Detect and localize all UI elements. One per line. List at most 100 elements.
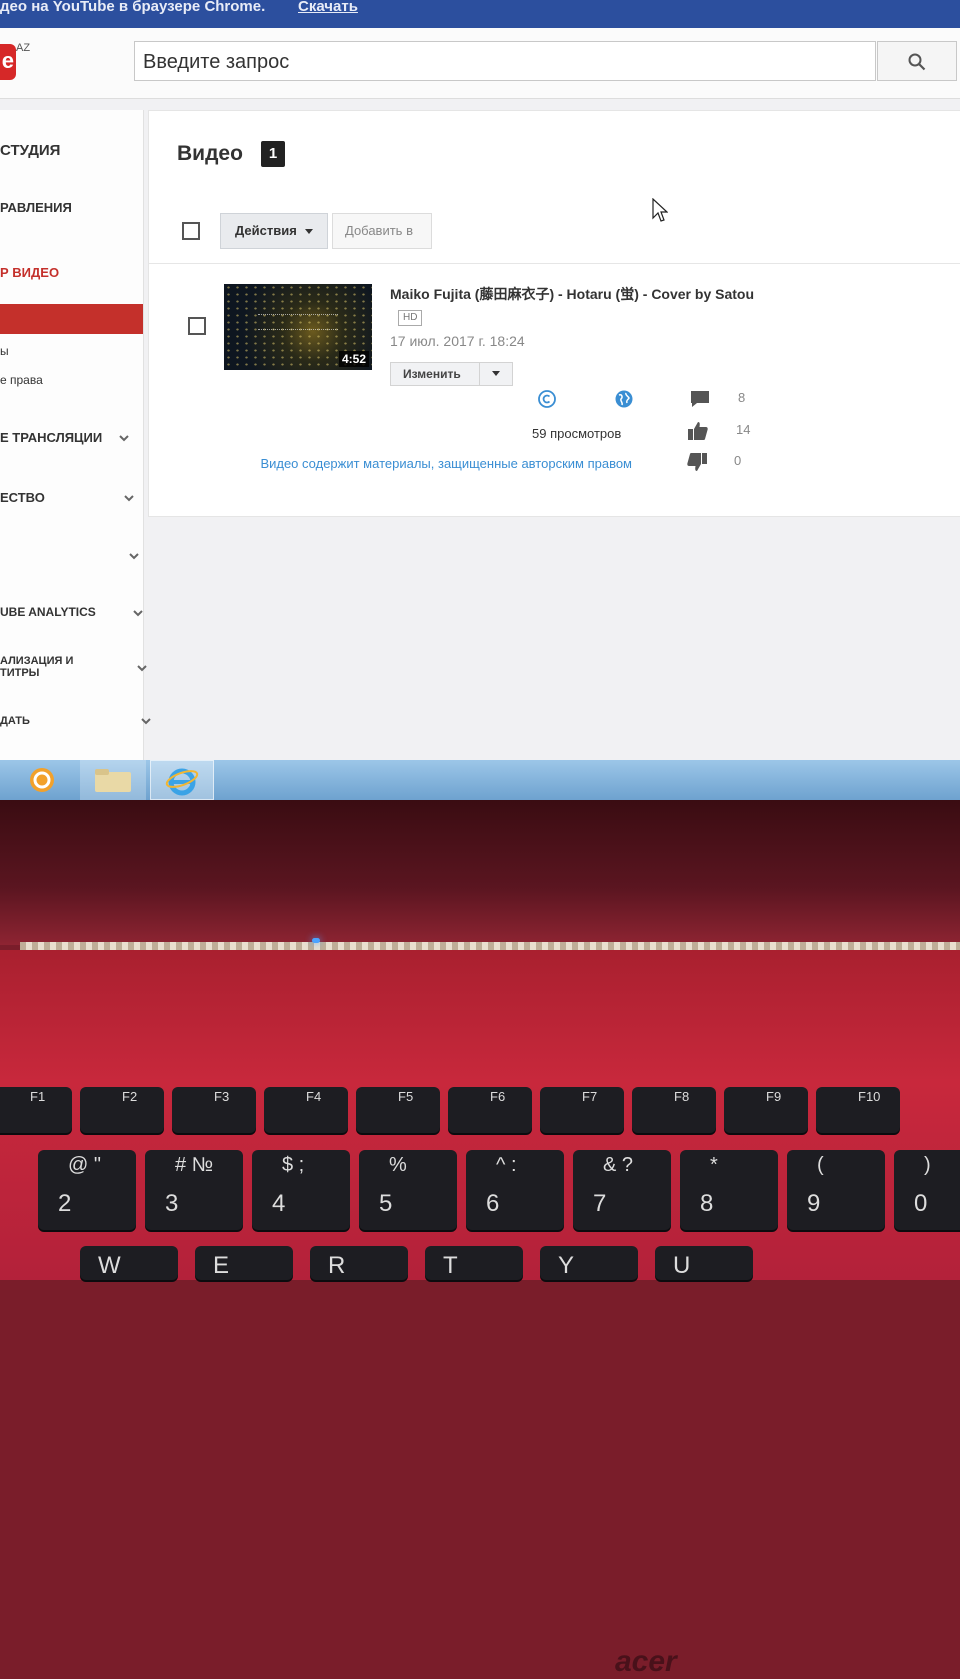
video-title[interactable]: Maiko Fujita (藤田麻衣子) - Hotaru (蛍) - Cove… xyxy=(390,286,754,302)
key-4[interactable]: $ ; 4 xyxy=(252,1150,350,1230)
sidebar-item-create[interactable]: ДАТЬ xyxy=(0,715,30,727)
caret-down-icon xyxy=(492,371,500,377)
search-input[interactable] xyxy=(135,42,885,82)
add-to-label: Добавить в xyxy=(345,223,413,238)
key-f2[interactable]: F2 xyxy=(80,1087,164,1133)
video-title-block[interactable]: Maiko Fujita (藤田麻衣子) - Hotaru (蛍) - Cove… xyxy=(390,283,760,329)
key-f8[interactable]: F8 xyxy=(632,1087,716,1133)
youtube-header: e AZ xyxy=(0,28,960,99)
key-5[interactable]: % 5 xyxy=(359,1150,457,1230)
chevron-down-icon[interactable] xyxy=(141,716,151,726)
video-thumbnail[interactable]: 4:52 xyxy=(224,284,372,370)
key-3[interactable]: # № 3 xyxy=(145,1150,243,1230)
view-count: 59 просмотров xyxy=(532,426,622,441)
select-all-checkbox[interactable] xyxy=(182,222,200,240)
like-count: 14 xyxy=(736,422,751,437)
add-to-button[interactable]: Добавить в xyxy=(332,213,432,249)
key-9[interactable]: (9 xyxy=(787,1150,885,1230)
sidebar-item-translations[interactable]: АЛИЗАЦИЯ И xyxy=(0,655,73,667)
key-shift-label: ) xyxy=(924,1154,931,1176)
caret-down-icon xyxy=(304,229,313,235)
key-8[interactable]: * 8 xyxy=(680,1150,778,1230)
taskbar-ie[interactable] xyxy=(150,760,214,800)
key-label: 7 xyxy=(593,1190,607,1217)
key-f7[interactable]: F7 xyxy=(540,1087,624,1133)
page-title: Видео xyxy=(177,142,243,165)
sidebar-item-dashboard[interactable]: РАВЛЕНИЯ xyxy=(0,200,72,215)
key-label: 6 xyxy=(486,1190,500,1217)
sidebar-item-video-manager[interactable]: Р ВИДЕО xyxy=(0,265,59,280)
hd-badge: HD xyxy=(398,310,423,327)
key-u[interactable]: U xyxy=(655,1246,753,1280)
key-label: 2 xyxy=(58,1190,72,1217)
copyright-icon[interactable] xyxy=(537,389,557,409)
edit-button[interactable]: Изменить xyxy=(390,362,480,386)
key-w[interactable]: W xyxy=(80,1246,178,1280)
key-e[interactable]: E xyxy=(195,1246,293,1280)
divider xyxy=(149,263,960,264)
key-label: F10 xyxy=(858,1089,881,1104)
key-shift-label: % xyxy=(389,1154,407,1176)
key-label: F3 xyxy=(214,1089,230,1104)
key-r[interactable]: R xyxy=(310,1246,408,1280)
sidebar-item-community[interactable]: ЕСТВО xyxy=(0,490,45,505)
promo-text: део на YouTube в браузере Chrome. xyxy=(0,0,266,15)
actions-dropdown-button[interactable]: Действия xyxy=(220,213,328,249)
dislike-count: 0 xyxy=(734,453,742,468)
key-shift-label: ( xyxy=(817,1154,824,1176)
at-mail-icon xyxy=(30,768,54,792)
chevron-down-icon[interactable] xyxy=(124,493,134,503)
taskbar-app[interactable] xyxy=(18,760,68,800)
key-shift-label: * xyxy=(710,1154,718,1176)
key-f6[interactable]: F6 xyxy=(448,1087,532,1133)
key-0[interactable]: ) 0 xyxy=(894,1150,960,1230)
key-y[interactable]: Y xyxy=(540,1246,638,1280)
sidebar-item-copyright[interactable]: е права xyxy=(0,373,43,387)
download-link[interactable]: Скачать xyxy=(298,0,358,15)
sidebar-item-playlists[interactable]: ы xyxy=(0,344,9,358)
key-f1[interactable]: F1 xyxy=(0,1087,72,1133)
edit-dropdown-button[interactable] xyxy=(479,362,513,386)
sidebar-item-videos-active[interactable] xyxy=(0,304,143,334)
key-f9[interactable]: F9 xyxy=(724,1087,808,1133)
sidebar-item-live[interactable]: Е ТРАНСЛЯЦИИ xyxy=(0,430,102,445)
sidebar-item-analytics[interactable]: UBE ANALYTICS xyxy=(0,605,96,619)
key-shift-label: $ ; xyxy=(282,1154,305,1176)
key-f5[interactable]: F5 xyxy=(356,1087,440,1133)
search-box[interactable] xyxy=(134,41,885,82)
key-label: 9 xyxy=(807,1190,821,1217)
sidebar-item-subtitles[interactable]: ТИТРЫ xyxy=(0,667,39,679)
key-label: W xyxy=(98,1252,121,1279)
key-shift-label: & ? xyxy=(603,1154,634,1176)
video-count-badge: 1 xyxy=(261,141,285,167)
laptop-hinge xyxy=(20,942,960,950)
key-f10[interactable]: F10 xyxy=(816,1087,900,1133)
key-label: 5 xyxy=(379,1190,393,1217)
key-label: F2 xyxy=(122,1089,138,1104)
globe-public-icon[interactable] xyxy=(614,389,634,409)
chevron-down-icon[interactable] xyxy=(133,608,143,618)
laptop-brand-logo: acer xyxy=(615,1645,677,1678)
comment-count: 8 xyxy=(738,390,746,405)
studio-sidebar: СТУДИЯ РАВЛЕНИЯ Р ВИДЕО ы е права Е ТРАН… xyxy=(0,110,151,760)
chevron-down-icon[interactable] xyxy=(119,433,129,443)
actions-label: Действия xyxy=(235,223,297,238)
taskbar-explorer[interactable] xyxy=(80,760,146,800)
key-6[interactable]: ^ : 6 xyxy=(466,1150,564,1230)
search-button[interactable] xyxy=(877,41,957,81)
chevron-down-icon[interactable] xyxy=(129,551,139,561)
key-t[interactable]: T xyxy=(425,1246,523,1280)
chevron-down-icon[interactable] xyxy=(137,663,147,673)
key-2[interactable]: @ " 2 xyxy=(38,1150,136,1230)
key-f4[interactable]: F4 xyxy=(264,1087,348,1133)
key-label: E xyxy=(213,1252,230,1279)
video-date: 17 июл. 2017 г. 18:24 xyxy=(390,333,525,349)
sidebar-studio-title[interactable]: СТУДИЯ xyxy=(0,142,60,159)
key-label: F1 xyxy=(30,1089,46,1104)
video-row-checkbox[interactable] xyxy=(188,317,206,335)
copyright-claim-link[interactable]: Видео содержит материалы, защищенные авт… xyxy=(259,454,632,473)
key-label: T xyxy=(443,1252,458,1279)
key-7[interactable]: & ? 7 xyxy=(573,1150,671,1230)
key-f3[interactable]: F3 xyxy=(172,1087,256,1133)
youtube-logo[interactable]: e xyxy=(0,44,16,80)
